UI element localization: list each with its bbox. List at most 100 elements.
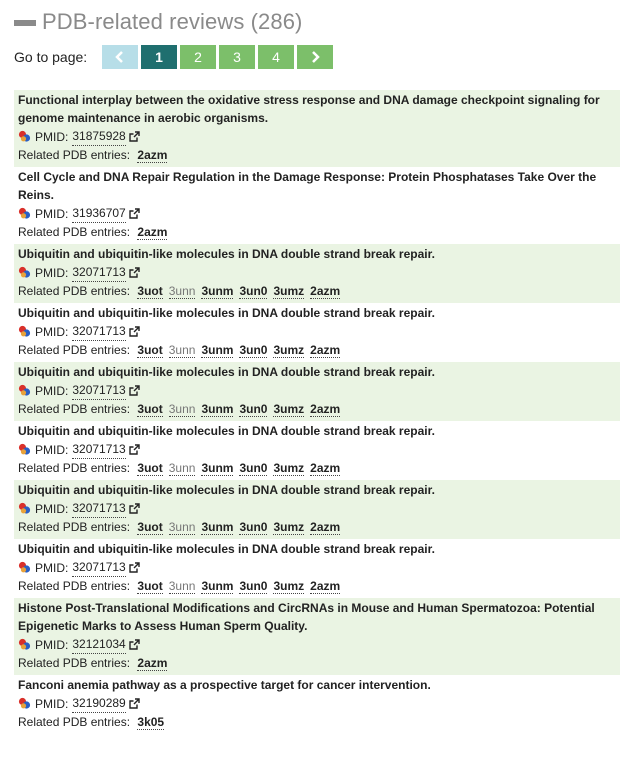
pdb-entry-link[interactable]: 3unm: [201, 579, 234, 594]
pmid-link[interactable]: 32190289: [72, 694, 126, 713]
pdb-entry-link[interactable]: 3unn: [168, 402, 196, 417]
pdb-entry-link[interactable]: 3umz: [273, 402, 305, 417]
external-link-icon[interactable]: [129, 131, 140, 142]
pdb-entry-link[interactable]: 3unm: [201, 343, 234, 358]
pmid-link[interactable]: 32071713: [72, 499, 126, 518]
pdb-entry-link[interactable]: 3un0: [239, 284, 268, 299]
related-label: Related PDB entries:: [18, 343, 131, 357]
pdb-entry-link[interactable]: 3unm: [201, 461, 234, 476]
pdb-entry-list: 2azm: [137, 656, 173, 671]
pdb-entry-link[interactable]: 3uot: [137, 402, 163, 417]
collapse-bar-icon[interactable]: [14, 20, 36, 26]
pubmed-logo-icon: [18, 561, 31, 573]
external-link-icon[interactable]: [129, 326, 140, 337]
review-title: Cell Cycle and DNA Repair Regulation in …: [18, 170, 597, 202]
pdb-entry-link[interactable]: 2azm: [137, 225, 168, 240]
pdb-entry-link[interactable]: 3unn: [168, 520, 196, 535]
related-label: Related PDB entries:: [18, 579, 131, 593]
pdb-entry-link[interactable]: 3umz: [273, 461, 305, 476]
section-header: PDB-related reviews (286): [14, 0, 620, 44]
pmid-row: PMID: 32071713: [18, 322, 616, 341]
pmid-link[interactable]: 32071713: [72, 322, 126, 341]
pdb-entry-link[interactable]: 3uot: [137, 343, 163, 358]
pdb-entry-link[interactable]: 3unn: [168, 343, 196, 358]
pmid-row: PMID: 31936707: [18, 204, 616, 223]
review-entry: Histone Post-Translational Modifications…: [14, 598, 620, 675]
pmid-link[interactable]: 32071713: [72, 381, 126, 400]
external-link-icon[interactable]: [129, 385, 140, 396]
reviews-panel: PDB-related reviews (286) Go to page: 1 …: [0, 0, 620, 734]
prev-page-button[interactable]: [102, 45, 138, 69]
pubmed-logo-icon: [18, 207, 31, 219]
related-pdb-row: Related PDB entries: 2azm: [18, 223, 616, 241]
related-label: Related PDB entries:: [18, 520, 131, 534]
pdb-entry-link[interactable]: 3unn: [168, 579, 196, 594]
review-title: Ubiquitin and ubiquitin-like molecules i…: [18, 483, 435, 497]
pdb-entry-link[interactable]: 3un0: [239, 520, 268, 535]
related-pdb-row: Related PDB entries: 3uot 3unn 3unm 3un0 3um…: [18, 341, 616, 359]
page-button-3[interactable]: 3: [219, 45, 255, 69]
next-page-button[interactable]: [297, 45, 333, 69]
pdb-entry-link[interactable]: 3umz: [273, 284, 305, 299]
related-pdb-row: Related PDB entries: 3uot 3unn 3unm 3un0 3um…: [18, 577, 616, 595]
pdb-entry-link[interactable]: 3un0: [239, 579, 268, 594]
pdb-entry-list: 2azm: [137, 148, 173, 163]
pmid-link[interactable]: 32071713: [72, 263, 126, 282]
pmid-link[interactable]: 32071713: [72, 558, 126, 577]
page-button-4[interactable]: 4: [258, 45, 294, 69]
review-entry: Ubiquitin and ubiquitin-like molecules i…: [14, 362, 620, 421]
pdb-entry-link[interactable]: 3unm: [201, 520, 234, 535]
external-link-icon[interactable]: [129, 698, 140, 709]
review-title: Histone Post-Translational Modifications…: [18, 601, 595, 633]
pdb-entry-link[interactable]: 2azm: [310, 520, 341, 535]
review-entry: Ubiquitin and ubiquitin-like molecules i…: [14, 303, 620, 362]
pdb-entry-link[interactable]: 3unn: [168, 461, 196, 476]
related-label: Related PDB entries:: [18, 656, 131, 670]
related-label: Related PDB entries:: [18, 461, 131, 475]
review-title: Ubiquitin and ubiquitin-like molecules i…: [18, 306, 435, 320]
pmid-link[interactable]: 32121034: [72, 635, 126, 654]
external-link-icon[interactable]: [129, 562, 140, 573]
pubmed-logo-icon: [18, 697, 31, 709]
external-link-icon[interactable]: [129, 503, 140, 514]
pdb-entry-link[interactable]: 3un0: [239, 343, 268, 358]
pdb-entry-link[interactable]: 2azm: [310, 461, 341, 476]
pmid-row: PMID: 32121034: [18, 635, 616, 654]
pdb-entry-link[interactable]: 3uot: [137, 579, 163, 594]
pmid-label: PMID:: [35, 129, 69, 144]
external-link-icon[interactable]: [129, 444, 140, 455]
related-pdb-row: Related PDB entries: 3uot 3unn 3unm 3un0 3um…: [18, 518, 616, 536]
related-pdb-row: Related PDB entries: 3uot 3unn 3unm 3un0 3um…: [18, 282, 616, 300]
pagination: Go to page: 1 2 3 4: [14, 44, 620, 70]
pdb-entry-link[interactable]: 2azm: [310, 284, 341, 299]
page-button-1[interactable]: 1: [141, 45, 177, 69]
pdb-entry-link[interactable]: 3uot: [137, 284, 163, 299]
pdb-entry-link[interactable]: 2azm: [310, 343, 341, 358]
pdb-entry-link[interactable]: 2azm: [310, 402, 341, 417]
pdb-entry-link[interactable]: 3umz: [273, 579, 305, 594]
external-link-icon[interactable]: [129, 267, 140, 278]
pdb-entry-link[interactable]: 3un0: [239, 402, 268, 417]
review-title: Fanconi anemia pathway as a prospective …: [18, 678, 431, 692]
pdb-entry-link[interactable]: 3unn: [168, 284, 196, 299]
pdb-entry-link[interactable]: 2azm: [137, 148, 168, 163]
pdb-entry-link[interactable]: 3unm: [201, 284, 234, 299]
pdb-entry-link[interactable]: 3uot: [137, 520, 163, 535]
pdb-entry-link[interactable]: 2azm: [137, 656, 168, 671]
pmid-link[interactable]: 32071713: [72, 440, 126, 459]
chevron-right-icon: [312, 51, 320, 63]
external-link-icon[interactable]: [129, 639, 140, 650]
pmid-link[interactable]: 31875928: [72, 127, 126, 146]
page-button-2[interactable]: 2: [180, 45, 216, 69]
pdb-entry-link[interactable]: 3unm: [201, 402, 234, 417]
pmid-link[interactable]: 31936707: [72, 204, 126, 223]
pdb-entry-link[interactable]: 3umz: [273, 520, 305, 535]
pdb-entry-link[interactable]: 3uot: [137, 461, 163, 476]
pdb-entry-link[interactable]: 3un0: [239, 461, 268, 476]
external-link-icon[interactable]: [129, 208, 140, 219]
pubmed-logo-icon: [18, 266, 31, 278]
pdb-entry-link[interactable]: 3k05: [137, 715, 165, 730]
related-label: Related PDB entries:: [18, 225, 131, 239]
pdb-entry-link[interactable]: 3umz: [273, 343, 305, 358]
pdb-entry-link[interactable]: 2azm: [310, 579, 341, 594]
